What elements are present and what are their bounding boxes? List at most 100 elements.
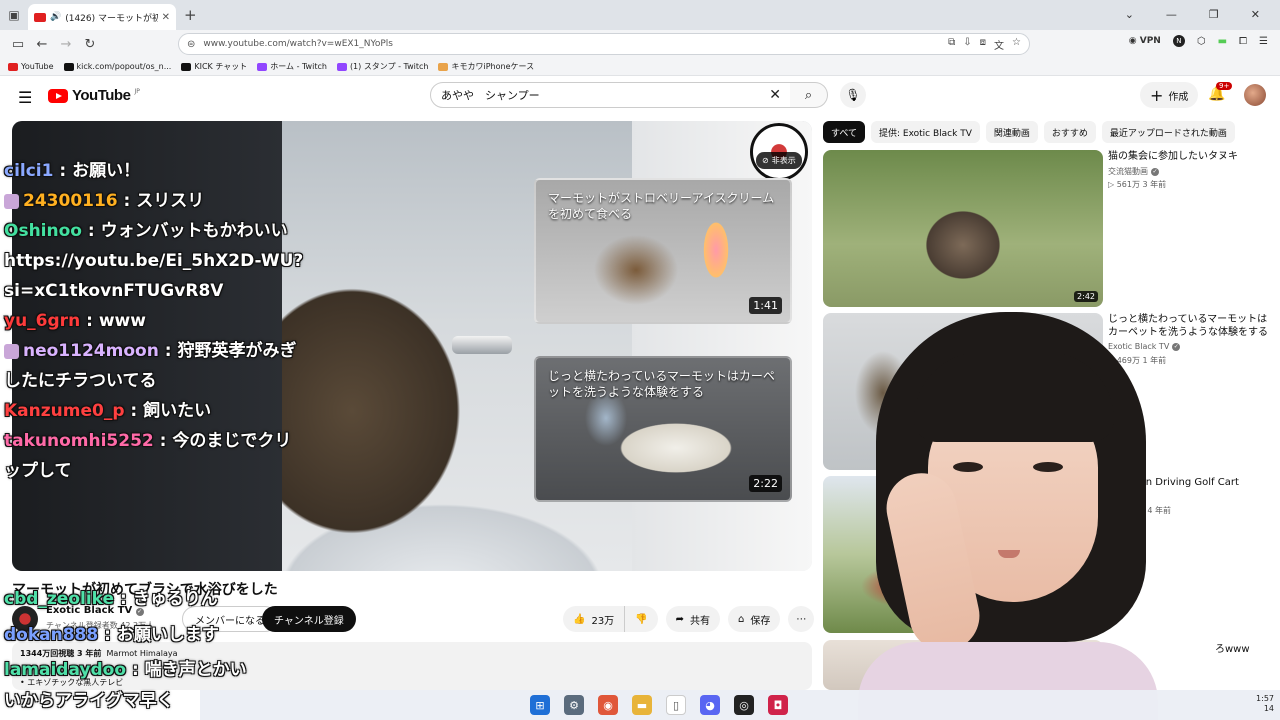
youtube-favicon-icon — [34, 12, 46, 22]
folder-icon[interactable]: ▬ — [632, 695, 652, 715]
related-thumbnail[interactable]: 2:42 — [823, 150, 1103, 307]
back-icon[interactable]: ← — [30, 37, 54, 52]
system-clock[interactable]: 1:57 14 — [1256, 694, 1274, 714]
hide-label: 非表示 — [771, 156, 796, 165]
bookmark-kick-popout[interactable]: kick.com/popout/os_n... — [63, 62, 171, 71]
chat-message: yu_6grn : www — [4, 306, 304, 336]
webcam-bangs — [914, 352, 1114, 442]
related-video-item[interactable]: 2:42 猫の集会に参加したいタヌキ 交流猫動画 ✓ ▷ 561万 3 年前 — [823, 150, 1273, 307]
chat-username: lamaidaydoo — [4, 660, 127, 680]
related-filter-chips: すべて 提供: Exotic Black TV 関連動画 おすすめ 最近アップロ… — [823, 121, 1235, 143]
chat-separator: : — [81, 221, 101, 241]
save-playlist-icon: ⌂ — [738, 613, 745, 625]
guide-menu-icon[interactable]: ☰ — [18, 88, 32, 107]
address-bar[interactable]: ⊜ www.youtube.com/watch?v=wEX1_NYoPls ⧉ … — [178, 33, 1030, 55]
discord-icon[interactable]: ◕ — [700, 695, 720, 715]
chat-separator: : — [53, 161, 73, 181]
close-tab-icon[interactable]: ✕ — [162, 12, 170, 23]
bookmark-star-icon[interactable]: ☆ — [1012, 37, 1021, 52]
like-dislike-group: 👍 23万 👎 — [563, 606, 658, 632]
search-button[interactable]: ⌕ — [790, 82, 828, 108]
vpn-button[interactable]: ◉ VPN — [1129, 36, 1161, 46]
account-avatar[interactable] — [1244, 84, 1266, 106]
related-title[interactable]: 猫の集会に参加したいタヌキ — [1108, 150, 1268, 163]
voice-search-button[interactable]: 🎙 — [840, 82, 866, 108]
settings-icon[interactable]: ⚙ — [564, 695, 584, 715]
new-tab-button[interactable]: + — [184, 6, 197, 24]
like-button[interactable]: 👍 23万 — [563, 606, 624, 632]
windows-start-icon[interactable]: ⊞ — [530, 695, 550, 715]
maximize-icon[interactable]: ❐ — [1209, 8, 1219, 21]
speaker-icon[interactable]: 🔊 — [50, 12, 61, 22]
download-icon[interactable]: ⇩ — [963, 37, 971, 52]
subscribe-button[interactable]: チャンネル登録 — [262, 606, 356, 632]
tab-list-icon[interactable]: ⌄ — [1125, 8, 1134, 21]
translate-icon[interactable]: 文 — [994, 37, 1004, 52]
youtube-logo[interactable]: YouTube JP — [48, 87, 140, 104]
video-tag[interactable]: Marmot Himalaya — [107, 649, 178, 658]
hide-endcards-button[interactable]: ⊘ 非表示 — [756, 152, 802, 169]
chat-separator: : — [98, 625, 117, 645]
chat-text: いからアライグマ早く — [4, 691, 174, 711]
extension-icon[interactable]: ⬡ — [1197, 36, 1206, 47]
firefox-icon[interactable]: ◉ — [598, 695, 618, 715]
chip-recommended[interactable]: おすすめ — [1043, 121, 1096, 143]
more-actions-button[interactable]: ⋯ — [788, 606, 815, 632]
notification-badge: 9+ — [1216, 82, 1233, 90]
browser-tab-active[interactable]: 🔊 (1426) マーモットが初めてブラシ ✕ — [28, 4, 176, 30]
bookmark-twitch-home[interactable]: ホーム - Twitch — [257, 61, 327, 72]
dislike-button[interactable]: 👎 — [624, 606, 657, 632]
kick-icon — [181, 62, 192, 71]
eye-off-icon: ⊘ — [762, 156, 769, 165]
related-channel[interactable]: 交流猫動画 ✓ — [1108, 166, 1159, 177]
bookmark-label: ホーム - Twitch — [270, 62, 327, 71]
bookmark-label: YouTube — [21, 62, 54, 71]
bookmark-youtube[interactable]: YouTube — [8, 62, 54, 71]
search-input[interactable]: あやや シャンプー ✕ — [430, 82, 792, 108]
notifications-button[interactable]: 🔔 9+ — [1208, 82, 1233, 102]
profile-n-icon[interactable]: N — [1172, 35, 1185, 47]
battery-extension-icon[interactable]: ▬ — [1218, 36, 1227, 47]
chip-related[interactable]: 関連動画 — [985, 121, 1038, 143]
bookmark-kick-chat[interactable]: KICK チャット — [181, 61, 247, 72]
chip-all[interactable]: すべて — [823, 121, 866, 143]
bookmark-iphone-case[interactable]: キモカワiPhoneケース — [438, 61, 534, 72]
chat-text: https://youtu.be/Ei_5hX2D-WU?si=xC1tkovn… — [4, 251, 304, 301]
thumbs-up-icon: 👍 — [573, 613, 586, 625]
tab-actions-icon[interactable]: ▣ — [0, 0, 28, 30]
extensions-puzzle-icon[interactable]: ⧠ — [1239, 36, 1247, 47]
chat-separator: : — [153, 431, 173, 451]
minimize-icon[interactable]: — — [1166, 8, 1177, 21]
save-button[interactable]: ⌂ 保存 — [728, 606, 781, 632]
share-button[interactable]: ➦ 共有 — [665, 606, 721, 632]
sidebar-toggle-icon[interactable]: ▭ — [6, 37, 30, 52]
views-and-date: 1344万回視聴 3 年前 — [20, 649, 102, 658]
browser-tabbar: ▣ 🔊 (1426) マーモットが初めてブラシ ✕ + ⌄ — ❐ ✕ — [0, 0, 1280, 30]
site-info-icon[interactable]: ⊜ — [187, 39, 195, 50]
search-value: あやや シャンプー — [441, 89, 540, 102]
reload-icon[interactable]: ↻ — [78, 37, 102, 52]
close-window-icon[interactable]: ✕ — [1251, 8, 1260, 21]
plus-icon: + — [1150, 85, 1164, 105]
menu-icon[interactable]: ☰ — [1259, 36, 1268, 47]
create-button[interactable]: + 作成 — [1140, 82, 1199, 108]
chip-from-channel[interactable]: 提供: Exotic Black TV — [871, 121, 980, 143]
app-icon[interactable]: ◘ — [768, 695, 788, 715]
screenshot-icon[interactable]: ⧈ — [980, 37, 986, 52]
endscreen-video-card[interactable]: マーモットがストロベリーアイスクリームを初めて食べる 1:41 — [534, 178, 792, 324]
chat-separator: : — [117, 191, 137, 211]
chip-recently-uploaded[interactable]: 最近アップロードされた動画 — [1101, 121, 1235, 143]
share-label: 共有 — [690, 615, 711, 627]
clear-search-icon[interactable]: ✕ — [769, 87, 781, 103]
taskbar-icons: ⊞ ⚙ ◉ ▬ ▯ ◕ ◎ ◘ — [530, 695, 788, 715]
chat-text: お願いします — [116, 625, 219, 645]
obs-icon[interactable]: ◎ — [734, 695, 754, 715]
bookmark-twitch-stamps[interactable]: (1) スタンプ - Twitch — [336, 61, 428, 72]
chat-message: Oshinoo : ウォンバットもかわいい — [4, 216, 304, 246]
webcam-eye-left — [953, 462, 983, 472]
file-icon[interactable]: ▯ — [666, 695, 686, 715]
forward-icon[interactable]: → — [54, 37, 78, 52]
pip-icon[interactable]: ⧉ — [948, 37, 955, 52]
endscreen-video-card[interactable]: じっと横たわっているマーモットはカーペットを洗うような体験をする 2:22 — [534, 356, 792, 502]
twitch-icon — [257, 62, 268, 71]
